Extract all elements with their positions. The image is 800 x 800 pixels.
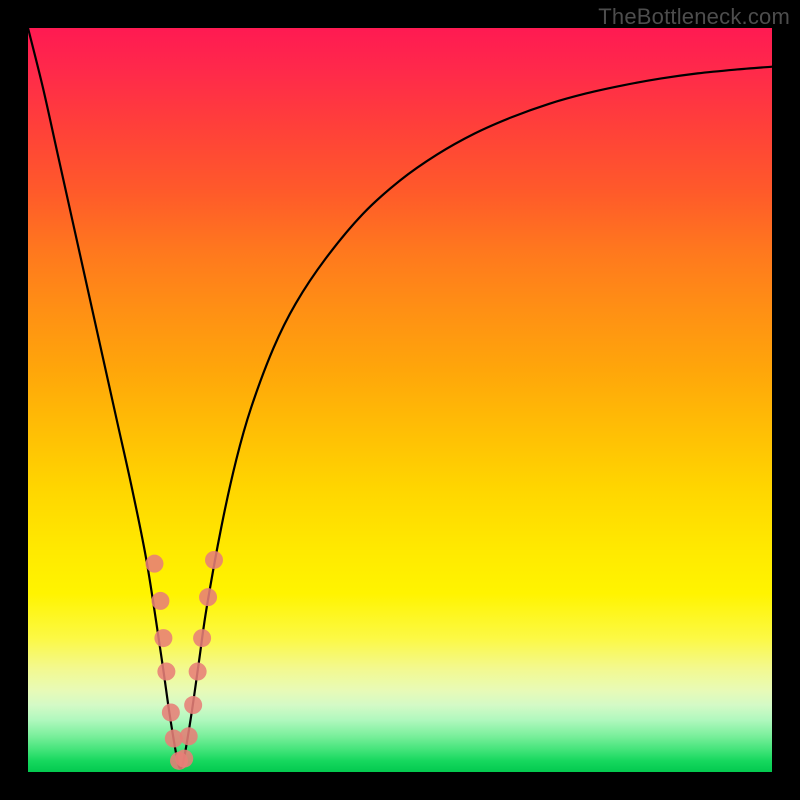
- data-dot: [154, 629, 172, 647]
- data-dot: [175, 750, 193, 768]
- data-dot: [199, 588, 217, 606]
- data-dot: [189, 663, 207, 681]
- data-dot: [184, 696, 202, 714]
- data-dot: [193, 629, 211, 647]
- watermark-text: TheBottleneck.com: [598, 4, 790, 30]
- bottleneck-curve: [28, 28, 772, 768]
- plot-area: [28, 28, 772, 772]
- data-dot: [145, 555, 163, 573]
- data-dot: [151, 592, 169, 610]
- curve-layer: [28, 28, 772, 772]
- data-dot: [205, 551, 223, 569]
- data-dot: [157, 663, 175, 681]
- chart-frame: TheBottleneck.com: [0, 0, 800, 800]
- data-dot: [180, 727, 198, 745]
- data-dot: [162, 703, 180, 721]
